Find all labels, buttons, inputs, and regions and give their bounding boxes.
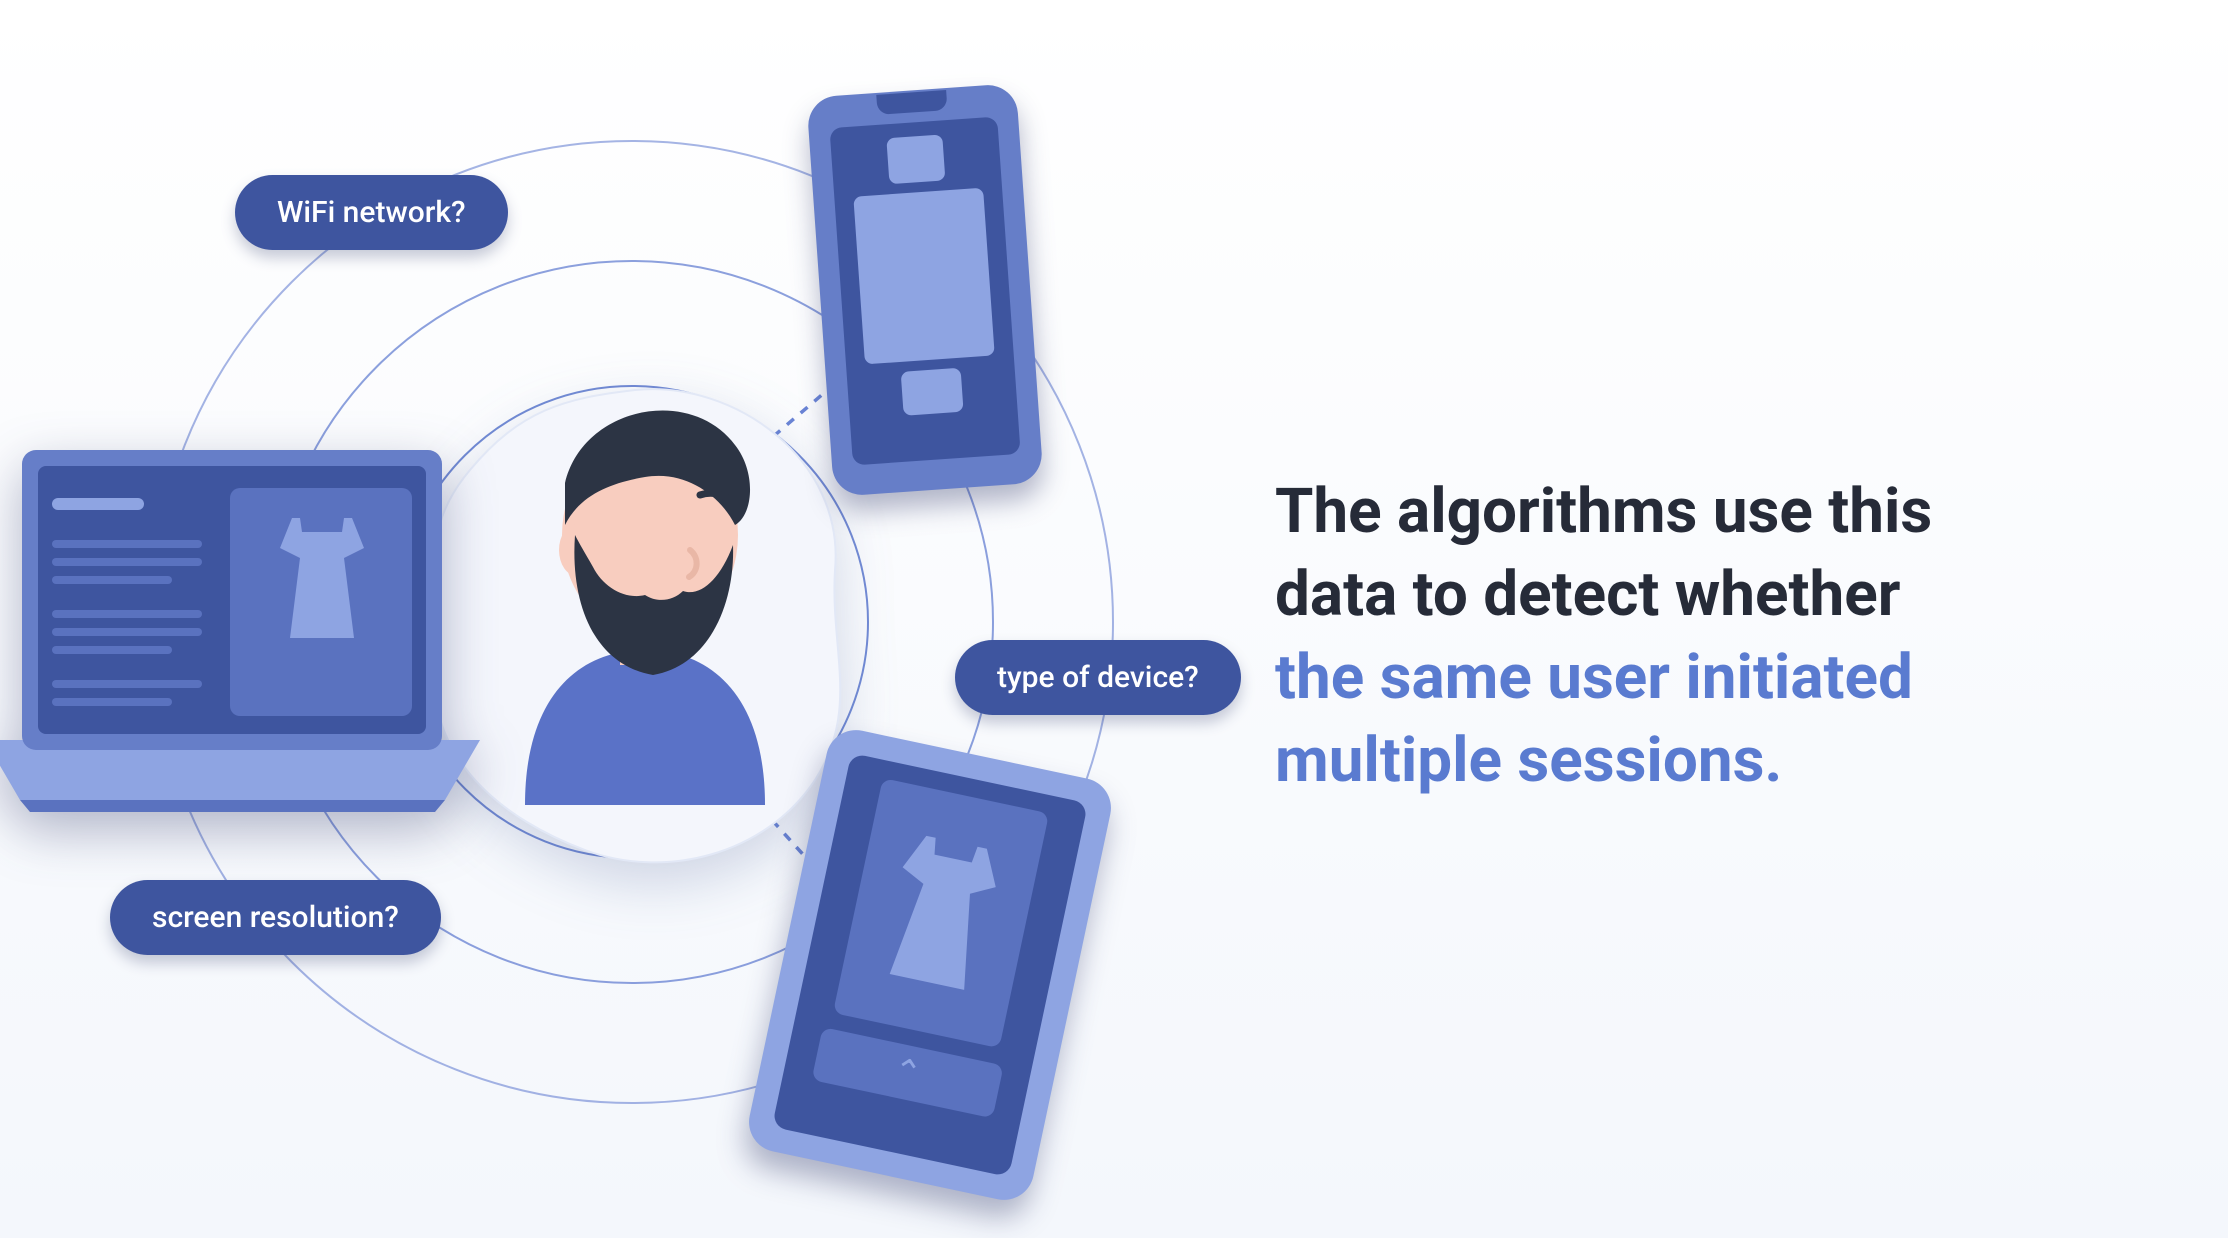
caption-line-4: multiple sessions. bbox=[1275, 724, 1782, 797]
caption-line-2: data to detect whether bbox=[1275, 558, 1900, 631]
person-avatar-icon bbox=[485, 375, 805, 815]
dress-product-icon bbox=[853, 188, 994, 365]
pill-wifi-network: WiFi network? bbox=[235, 175, 508, 250]
smartphone-device-icon bbox=[806, 83, 1043, 497]
diagram-stage: ⌃ WiFi network? screen resolution? type … bbox=[0, 0, 2228, 1238]
pill-screen-resolution: screen resolution? bbox=[110, 880, 441, 955]
main-caption: The algorithms use this data to detect w… bbox=[1275, 470, 2185, 802]
caption-line-1: The algorithms use this bbox=[1275, 475, 1932, 548]
laptop-device-icon bbox=[0, 440, 485, 820]
caption-line-3: the same user initiated bbox=[1275, 641, 1913, 714]
dress-product-icon bbox=[833, 778, 1049, 1048]
chevron-down-icon: ⌃ bbox=[889, 1050, 925, 1095]
pill-type-of-device: type of device? bbox=[955, 640, 1241, 715]
